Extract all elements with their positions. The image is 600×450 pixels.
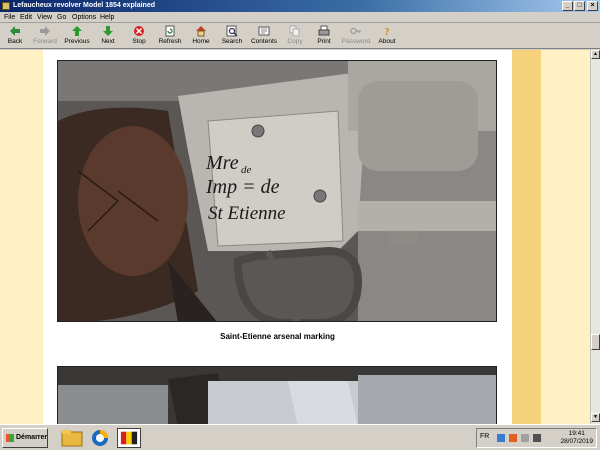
about-button[interactable]: ? About (376, 24, 398, 48)
stop-button[interactable]: Stop (127, 24, 151, 48)
engraving-superscript: de (241, 164, 252, 176)
article-content: Mre de Imp = de St Etienne Saint-Etienne… (43, 50, 512, 424)
previous-button[interactable]: Previous (62, 24, 92, 48)
taskbar: Démarrer FR 19:41 28/07/2019 (0, 424, 600, 450)
forward-button[interactable]: Forward (30, 24, 60, 48)
about-icon: ? (385, 27, 390, 37)
file-explorer-icon[interactable] (60, 428, 84, 448)
vertical-scrollbar[interactable]: ▲ ▼ (590, 50, 600, 424)
scroll-thumb[interactable] (591, 334, 600, 350)
language-indicator[interactable]: FR (480, 433, 489, 440)
engraving-line-3: St Etienne (208, 203, 286, 224)
refresh-icon (165, 25, 175, 37)
minimize-button[interactable]: _ (562, 1, 573, 11)
content-viewport: Mre de Imp = de St Etienne Saint-Etienne… (0, 50, 590, 424)
contents-icon (258, 26, 270, 36)
maximize-button[interactable]: □ (574, 1, 585, 11)
help-viewer-task-icon[interactable] (117, 428, 141, 448)
decorative-band (512, 50, 541, 424)
print-icon (318, 25, 330, 36)
scroll-down-icon[interactable]: ▼ (591, 413, 600, 422)
engraving-line-1: Mre (205, 152, 239, 174)
refresh-button[interactable]: Refresh (156, 24, 184, 48)
key-icon (350, 27, 361, 35)
back-arrow-icon (10, 26, 20, 36)
home-icon (196, 26, 206, 37)
network-icon[interactable] (497, 434, 505, 442)
display-icon[interactable] (521, 434, 529, 442)
down-arrow-icon (103, 26, 113, 36)
start-label: Démarrer (16, 434, 48, 441)
volume-icon[interactable] (533, 434, 541, 442)
search-button[interactable]: Search (219, 24, 245, 48)
engraving-line-2: Imp = de (205, 176, 280, 198)
menu-file[interactable]: File (4, 13, 15, 22)
back-button[interactable]: Back (2, 24, 28, 48)
forward-arrow-icon (40, 26, 50, 36)
menu-view[interactable]: View (37, 13, 52, 22)
clock[interactable]: 19:41 28/07/2019 (560, 430, 593, 446)
revolver-detail-photo (57, 366, 497, 424)
up-arrow-icon (72, 26, 82, 36)
menu-help[interactable]: Help (100, 13, 114, 22)
revolver-frame-photo: Mre de Imp = de St Etienne (57, 60, 497, 322)
system-tray: FR 19:41 28/07/2019 (476, 428, 597, 448)
menu-go[interactable]: Go (57, 13, 66, 22)
notification-flag-icon[interactable] (509, 434, 517, 442)
toolbar: Back Forward Previous Next Stop Refresh … (0, 23, 600, 49)
menu-options[interactable]: Options (72, 13, 96, 22)
app-icon (2, 2, 10, 10)
window-title: Lefaucheux revolver Model 1854 explained (13, 2, 156, 9)
photo-caption: Saint-Etienne arsenal marking (220, 332, 335, 341)
copy-button[interactable]: Copy (284, 24, 306, 48)
menu-edit[interactable]: Edit (20, 13, 32, 22)
browser-icon[interactable] (88, 428, 112, 448)
password-button[interactable]: Password (340, 24, 372, 48)
close-button[interactable]: × (587, 1, 598, 11)
home-button[interactable]: Home (190, 24, 212, 48)
start-button[interactable]: Démarrer (2, 428, 48, 448)
next-button[interactable]: Next (96, 24, 120, 48)
title-bar: Lefaucheux revolver Model 1854 explained… (0, 0, 600, 12)
copy-icon (289, 25, 300, 37)
stop-icon (134, 26, 144, 36)
scroll-up-icon[interactable]: ▲ (591, 50, 600, 59)
clock-date: 28/07/2019 (560, 438, 593, 445)
contents-button[interactable]: Contents (248, 24, 280, 48)
windows-logo-icon (6, 434, 14, 442)
search-icon (226, 25, 238, 37)
clock-time: 19:41 (568, 430, 585, 437)
print-button[interactable]: Print (313, 24, 335, 48)
menu-bar: File Edit View Go Options Help (0, 12, 600, 23)
svg-text:?: ? (385, 27, 390, 37)
